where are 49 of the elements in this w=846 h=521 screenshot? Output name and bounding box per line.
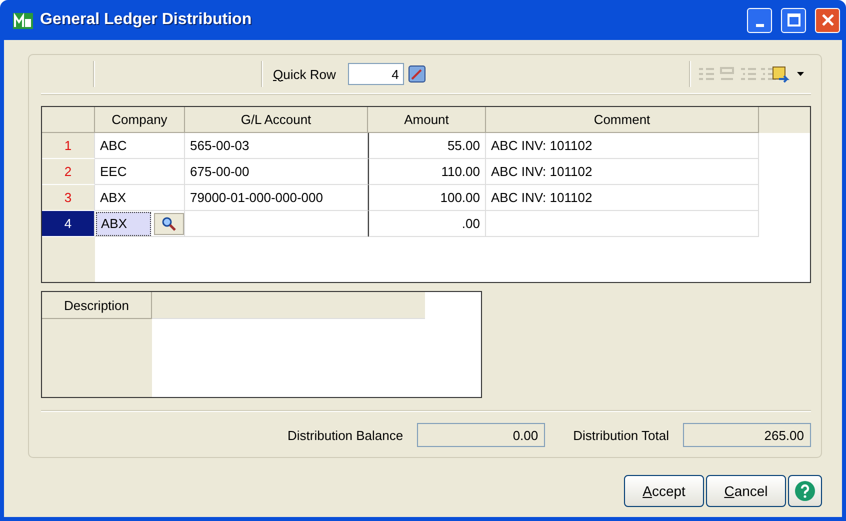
quick-row-label: Quick Row xyxy=(273,66,336,82)
help-button[interactable] xyxy=(788,475,822,507)
column-header[interactable]: Comment xyxy=(486,107,759,133)
table-cell: ABX xyxy=(95,185,185,211)
row-header[interactable]: 2 xyxy=(42,159,95,185)
column-header[interactable]: G/L Account xyxy=(185,107,368,133)
lookup-button[interactable] xyxy=(154,212,184,234)
column-header[interactable]: Company xyxy=(95,107,185,133)
table-cell: 110.00 xyxy=(368,159,486,185)
table-cell: EEC xyxy=(95,159,185,185)
column-header: Description xyxy=(42,292,152,319)
total-label: Distribution Balance xyxy=(288,428,404,442)
quick-row-field[interactable]: 4 xyxy=(348,63,404,85)
table-cell: ABC INV: 101102 xyxy=(486,185,759,211)
dropdown-caret-icon[interactable] xyxy=(797,72,805,76)
column-header[interactable]: Amount xyxy=(368,107,486,133)
maximize-icon xyxy=(786,13,800,27)
total-field: 265.00 xyxy=(683,423,811,447)
minimize-icon xyxy=(756,24,764,26)
row-number: 3 xyxy=(64,190,72,205)
table-cell: 55.00 xyxy=(368,133,486,159)
app-icon xyxy=(12,10,34,30)
search-icon xyxy=(162,216,176,230)
row-header[interactable]: 1 xyxy=(42,133,95,159)
window-title: General Ledger Distribution xyxy=(40,11,253,29)
minimize-button[interactable] xyxy=(747,8,772,32)
table-cell: .00 xyxy=(368,211,486,237)
dialog-button[interactable]: Cancel xyxy=(706,475,786,507)
row-number: 4 xyxy=(64,216,72,231)
row-header[interactable]: 4 xyxy=(42,211,95,237)
help-icon xyxy=(794,480,816,502)
row-number: 1 xyxy=(64,138,72,153)
total-label: Distribution Total xyxy=(573,428,669,442)
company-field[interactable]: ABX xyxy=(96,212,151,236)
close-icon xyxy=(820,13,834,27)
table-cell: ABC INV: 101102 xyxy=(486,159,759,185)
table-cell: ABC xyxy=(95,133,185,159)
row-number: 2 xyxy=(64,164,72,179)
total-field: 0.00 xyxy=(417,423,546,447)
go-to-row-icon[interactable] xyxy=(408,65,426,83)
table-cell: 100.00 xyxy=(368,185,486,211)
table-cell: 675-00-00 xyxy=(185,159,368,185)
table-cell: 79000-01-000-000-000 xyxy=(185,185,368,211)
close-button[interactable] xyxy=(815,8,840,32)
table-cell: ABC INV: 101102 xyxy=(486,133,759,159)
row-header[interactable]: 3 xyxy=(42,185,95,211)
maximize-button[interactable] xyxy=(781,8,806,32)
dialog-button[interactable]: Accept xyxy=(624,475,704,507)
table-cell: 565-00-03 xyxy=(185,133,368,159)
